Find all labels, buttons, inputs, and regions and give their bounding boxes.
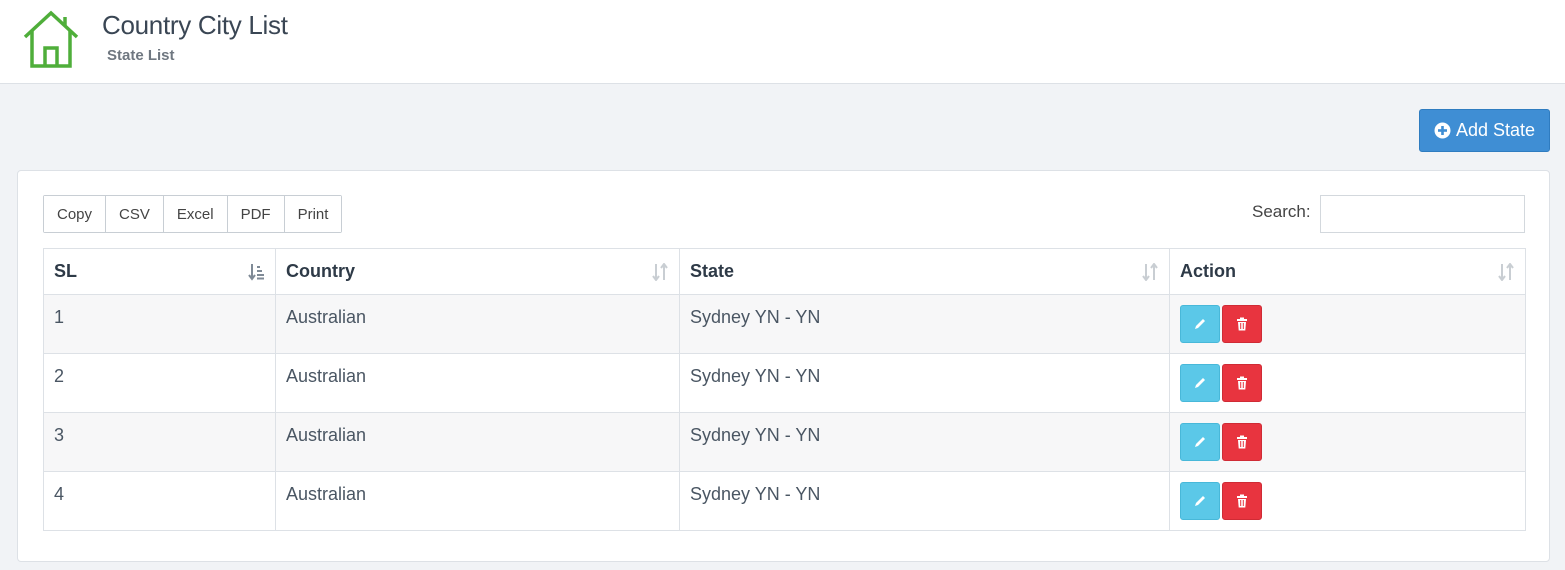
page-subtitle: State List	[107, 47, 175, 64]
delete-button[interactable]	[1222, 423, 1262, 461]
page-header: Country City List State List	[0, 0, 1565, 84]
edit-button[interactable]	[1180, 364, 1220, 402]
search-input[interactable]	[1320, 195, 1525, 233]
cell-state: Sydney YN - YN	[679, 412, 1170, 472]
pdf-button[interactable]: PDF	[227, 196, 285, 232]
copy-button[interactable]: Copy	[44, 196, 107, 232]
export-button-group: Copy CSV Excel PDF Print	[43, 195, 343, 233]
table-row: 4 Australian Sydney YN - YN	[43, 471, 1526, 531]
cell-country: Australian	[275, 471, 680, 531]
trash-icon	[1237, 494, 1247, 508]
print-button[interactable]: Print	[284, 196, 342, 232]
column-label-sl: SL	[54, 261, 78, 281]
column-header-country[interactable]: Country	[275, 248, 680, 295]
cell-country: Australian	[275, 294, 680, 354]
state-table: SL Country State Action 1 Australian Syd…	[43, 248, 1526, 531]
page-title: Country City List	[102, 10, 288, 40]
cell-sl: 4	[43, 471, 276, 531]
column-header-state[interactable]: State	[679, 248, 1170, 295]
cell-country: Australian	[275, 353, 680, 413]
delete-button[interactable]	[1222, 364, 1262, 402]
cell-state: Sydney YN - YN	[679, 294, 1170, 354]
delete-button[interactable]	[1222, 305, 1262, 343]
trash-icon	[1237, 435, 1247, 449]
pencil-icon	[1195, 378, 1205, 388]
cell-state: Sydney YN - YN	[679, 353, 1170, 413]
sort-icon	[652, 263, 668, 281]
cell-action	[1169, 412, 1526, 472]
csv-button[interactable]: CSV	[106, 196, 164, 232]
pencil-icon	[1195, 437, 1205, 447]
cell-sl: 1	[43, 294, 276, 354]
column-label-state: State	[690, 261, 735, 281]
cell-action	[1169, 294, 1526, 354]
cell-sl: 3	[43, 412, 276, 472]
search-label: Search:	[1252, 202, 1311, 221]
cell-action	[1169, 471, 1526, 531]
trash-icon	[1237, 317, 1247, 331]
pencil-icon	[1195, 319, 1205, 329]
sort-icon	[1498, 263, 1514, 281]
trash-icon	[1237, 376, 1247, 390]
table-row: 3 Australian Sydney YN - YN	[43, 412, 1526, 472]
add-state-button[interactable]: Add State	[1419, 109, 1550, 152]
edit-button[interactable]	[1180, 482, 1220, 520]
column-header-action[interactable]: Action	[1169, 248, 1526, 295]
cell-sl: 2	[43, 353, 276, 413]
sort-ascending-icon	[248, 264, 264, 281]
excel-button[interactable]: Excel	[163, 196, 228, 232]
plus-circle-icon	[1434, 122, 1451, 139]
pencil-icon	[1195, 496, 1205, 506]
column-header-sl[interactable]: SL	[43, 248, 276, 295]
cell-state: Sydney YN - YN	[679, 471, 1170, 531]
edit-button[interactable]	[1180, 305, 1220, 343]
table-row: 1 Australian Sydney YN - YN	[43, 294, 1526, 354]
sort-icon	[1142, 263, 1158, 281]
table-header-row: SL Country State Action	[43, 248, 1526, 295]
table-row: 2 Australian Sydney YN - YN	[43, 353, 1526, 413]
home-icon	[23, 10, 79, 68]
add-state-label: Add State	[1455, 120, 1536, 140]
state-list-card: Copy CSV Excel PDF Print Search: SL Coun…	[17, 170, 1550, 562]
column-label-action: Action	[1180, 261, 1236, 281]
cell-action	[1169, 353, 1526, 413]
edit-button[interactable]	[1180, 423, 1220, 461]
delete-button[interactable]	[1222, 482, 1262, 520]
cell-country: Australian	[275, 412, 680, 472]
column-label-country: Country	[286, 261, 355, 281]
